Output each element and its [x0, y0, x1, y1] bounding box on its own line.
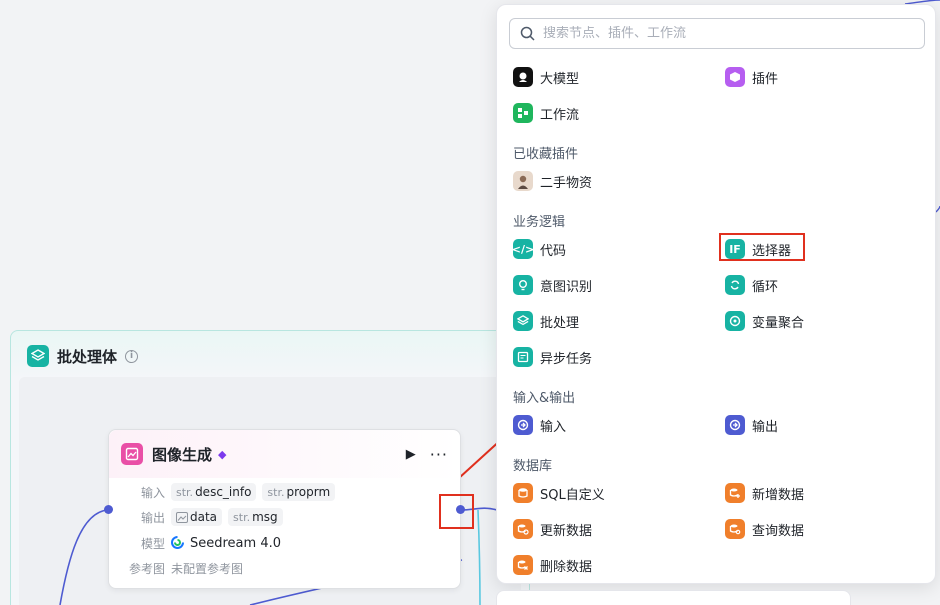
workflow-icon — [513, 103, 533, 123]
code-icon: </> — [512, 239, 534, 259]
node-search-input[interactable] — [543, 26, 914, 41]
diamond-icon: ◆ — [218, 447, 227, 461]
menu-item-query[interactable]: 查询数据 — [725, 519, 804, 539]
menu-item-delete[interactable]: 删除数据 — [513, 555, 592, 575]
node-outputs-row: 输出 data str. msg — [119, 508, 283, 526]
layers-icon — [513, 311, 533, 331]
section-business: 业务逻辑 — [513, 215, 566, 230]
menu-item-intent[interactable]: 意图识别 — [513, 275, 592, 295]
outputs-label: 输出 — [140, 510, 165, 525]
input-tag: str. desc_info — [171, 483, 257, 501]
database-icon — [513, 483, 533, 503]
database-search-icon — [725, 519, 745, 539]
menu-item-variable-merge[interactable]: 变量聚合 — [725, 311, 804, 331]
menu-item-llm[interactable]: 大模型 — [513, 67, 579, 87]
variable-merge-icon — [725, 311, 745, 331]
node-ref-row: 参考图 未配置参考图 — [119, 560, 243, 577]
plugin-avatar-icon — [513, 171, 533, 191]
output-tag: data — [171, 508, 223, 526]
ref-value: 未配置参考图 — [171, 562, 244, 576]
more-icon[interactable]: ··· — [430, 445, 448, 464]
node-search-box[interactable] — [509, 18, 925, 49]
menu-item-input[interactable]: 输入 — [513, 415, 566, 435]
ref-label: 参考图 — [128, 562, 165, 576]
menu-item-async[interactable]: 异步任务 — [513, 347, 592, 367]
llm-icon — [513, 67, 533, 87]
node-model-row: 模型 Seedream 4.0 — [119, 535, 281, 552]
menu-item-code[interactable]: </> 代码 — [512, 239, 566, 259]
layers-icon — [27, 345, 49, 367]
menu-item-batch[interactable]: 批处理 — [513, 311, 579, 331]
batch-title: 批处理体 — [57, 347, 118, 366]
menu-item-secondhand[interactable]: 二手物资 — [513, 171, 592, 191]
menu-item-update[interactable]: 更新数据 — [513, 519, 592, 539]
section-database: 数据库 — [513, 459, 553, 474]
database-edit-icon — [513, 519, 533, 539]
image-type-icon — [176, 511, 188, 523]
output-port-highlight — [439, 494, 474, 529]
plugin-cube-icon — [725, 67, 745, 87]
image-icon — [121, 443, 143, 465]
node-header: 图像生成 ◆ ▶ ··· — [109, 430, 460, 478]
image-generation-node[interactable]: 图像生成 ◆ ▶ ··· 输入 str. desc_info str. proprm… — [108, 429, 461, 589]
add-node-menu: 大模型 插件 工作流 已收藏插件 二手物资 业务逻辑 </> 代码 IF 选择器… — [496, 4, 936, 584]
menu-item-plugin[interactable]: 插件 — [725, 67, 778, 87]
inputs-label: 输入 — [140, 485, 165, 500]
loop-icon — [725, 275, 745, 295]
database-add-icon — [725, 483, 745, 503]
model-value[interactable]: Seedream 4.0 — [190, 536, 281, 551]
node-title: 图像生成 — [152, 445, 213, 464]
menu-item-loop[interactable]: 循环 — [725, 275, 778, 295]
menu-item-workflow[interactable]: 工作流 — [513, 103, 579, 123]
lower-panel-edge — [496, 590, 851, 605]
seedream-logo-icon — [171, 535, 184, 552]
node-inputs-row: 输入 str. desc_info str. proprm — [119, 483, 336, 501]
search-icon — [520, 26, 535, 41]
section-favorites: 已收藏插件 — [513, 147, 579, 162]
input-icon — [513, 415, 533, 435]
async-task-icon — [513, 347, 533, 367]
database-delete-icon — [513, 555, 533, 575]
lightbulb-icon — [513, 275, 533, 295]
menu-item-insert[interactable]: 新增数据 — [725, 483, 804, 503]
section-io: 输入&输出 — [513, 391, 576, 406]
info-icon[interactable]: i — [125, 349, 139, 363]
batch-header: 批处理体 i — [27, 345, 139, 367]
output-tag: str. msg — [228, 508, 283, 526]
input-port[interactable] — [104, 505, 113, 514]
play-icon[interactable]: ▶ — [406, 447, 416, 462]
menu-item-sql[interactable]: SQL自定义 — [513, 483, 605, 503]
input-tag: str. proprm — [262, 483, 336, 501]
output-icon — [725, 415, 745, 435]
selector-highlight — [719, 233, 805, 261]
model-label: 模型 — [140, 537, 165, 551]
menu-item-output[interactable]: 输出 — [725, 415, 778, 435]
